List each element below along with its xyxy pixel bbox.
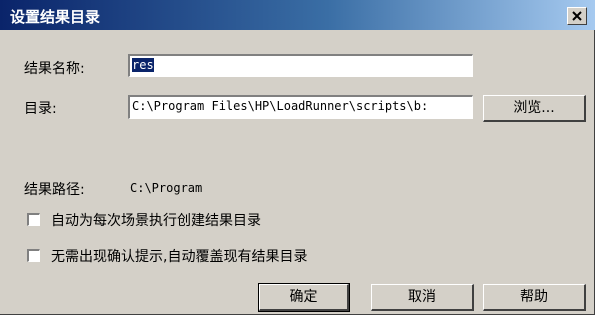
browse-button[interactable]: 浏览... <box>483 95 586 122</box>
close-icon <box>572 11 582 21</box>
directory-input[interactable]: C:\Program Files\HP\LoadRunner\scripts\b… <box>128 95 473 119</box>
result-path-label: 结果路径: <box>24 182 85 198</box>
result-name-label: 结果名称: <box>24 61 85 77</box>
ok-button-label: 确定 <box>289 289 318 305</box>
help-button-label: 帮助 <box>520 289 548 305</box>
browse-button-label: 浏览... <box>513 100 555 116</box>
set-result-directory-dialog: 设置结果目录 结果名称: res 目录: C:\Program Files\HP… <box>0 0 595 315</box>
directory-label: 目录: <box>24 101 57 117</box>
close-button[interactable] <box>567 7 587 25</box>
auto-create-result-dir-label: 自动为每次场景执行创建结果目录 <box>51 213 261 229</box>
title-bar: 设置结果目录 <box>0 0 595 30</box>
result-name-input[interactable]: res <box>128 54 473 77</box>
ok-button[interactable]: 确定 <box>258 283 350 312</box>
directory-value: C:\Program Files\HP\LoadRunner\scripts\b… <box>132 99 429 113</box>
cancel-button-label: 取消 <box>408 289 436 305</box>
help-button[interactable]: 帮助 <box>483 284 586 311</box>
result-path-value: C:\Program <box>130 181 203 195</box>
result-name-value: res <box>132 58 154 72</box>
auto-overwrite-result-dir-checkbox[interactable] <box>27 249 40 262</box>
auto-overwrite-result-dir-label: 无需出现确认提示,自动覆盖现有结果目录 <box>51 249 308 265</box>
auto-create-result-dir-checkbox[interactable] <box>27 213 40 226</box>
dialog-title: 设置结果目录 <box>10 8 101 26</box>
cancel-button[interactable]: 取消 <box>371 284 474 311</box>
